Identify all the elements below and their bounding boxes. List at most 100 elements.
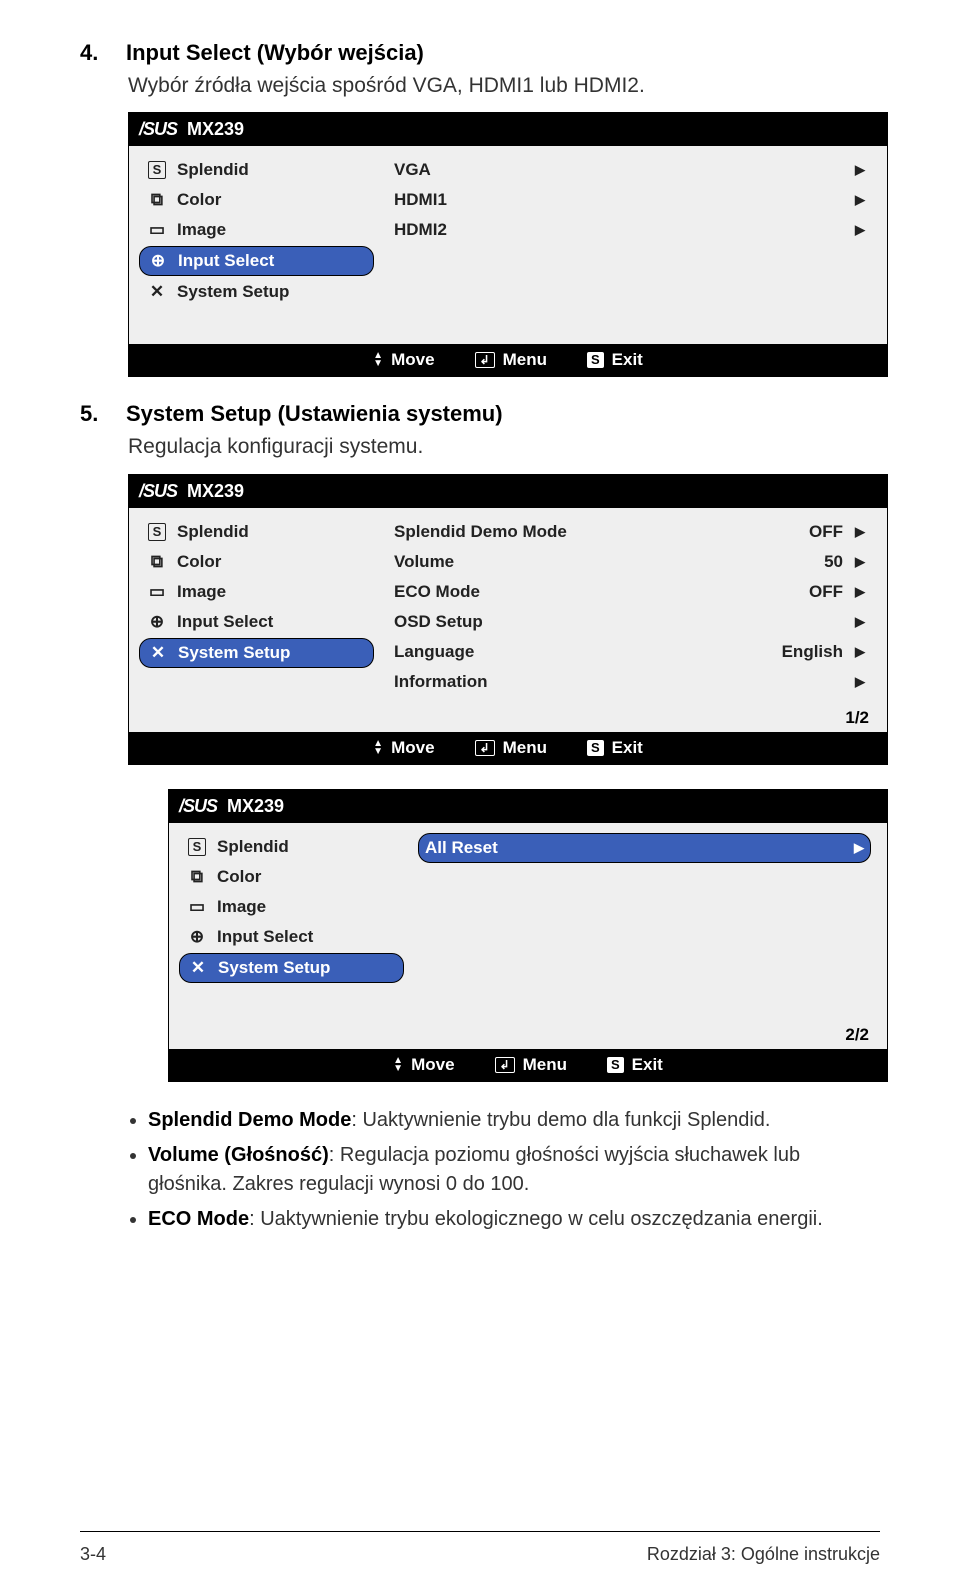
- footer-rule: [80, 1531, 880, 1532]
- osd-footer: ▲▼Move ↲Menu SExit: [169, 1049, 887, 1081]
- image-icon: ▭: [147, 583, 167, 601]
- input-icon: ⊕: [187, 928, 207, 946]
- sidebar-item-system-setup[interactable]: ✕System Setup: [139, 278, 374, 306]
- sidebar-item-color[interactable]: ⧉Color: [139, 548, 374, 576]
- sidebar-item-image[interactable]: ▭Image: [179, 893, 404, 921]
- row-volume[interactable]: Volume50▶: [388, 548, 871, 576]
- bullet-splendid-demo: Splendid Demo Mode: Uaktywnienie trybu d…: [148, 1106, 880, 1135]
- row-hdmi2[interactable]: HDMI2▶: [388, 216, 871, 244]
- osd-content: All Reset▶: [414, 823, 887, 1023]
- color-icon: ⧉: [147, 191, 167, 209]
- osd-input-select: /SUS MX239 SSplendid ⧉Color ▭Image ⊕Inpu…: [128, 112, 888, 377]
- footer-exit: SExit: [607, 1055, 663, 1075]
- sidebar-item-system-setup[interactable]: ✕System Setup: [179, 953, 404, 983]
- section-5-heading: 5. System Setup (Ustawienia systemu): [80, 401, 880, 433]
- s-icon: S: [147, 161, 167, 179]
- s-icon: S: [147, 523, 167, 541]
- chevron-right-icon: ▶: [855, 192, 865, 208]
- bullet-eco: ECO Mode: Uaktywnienie trybu ekologiczne…: [148, 1205, 880, 1234]
- color-icon: ⧉: [147, 553, 167, 571]
- section-4-desc: Wybór źródła wejścia spośród VGA, HDMI1 …: [128, 72, 880, 100]
- osd-sidebar: SSplendid ⧉Color ▭Image ⊕Input Select ✕S…: [129, 146, 384, 344]
- page-indicator: 1/2: [129, 706, 887, 732]
- osd-footer: ▲▼Move ↲Menu SExit: [129, 732, 887, 764]
- asus-logo: /SUS: [179, 796, 217, 817]
- asus-logo: /SUS: [139, 481, 177, 502]
- section-4-title: Input Select (Wybór wejścia): [126, 40, 424, 66]
- chevron-right-icon: ▶: [855, 644, 865, 660]
- row-osd-setup[interactable]: OSD Setup▶: [388, 608, 871, 636]
- input-icon: ⊕: [148, 252, 168, 270]
- sidebar-item-input-select[interactable]: ⊕Input Select: [139, 608, 374, 636]
- row-all-reset[interactable]: All Reset▶: [418, 833, 871, 863]
- color-icon: ⧉: [187, 868, 207, 886]
- updown-icon: ▲▼: [373, 740, 383, 756]
- osd-header: /SUS MX239: [129, 113, 887, 146]
- updown-icon: ▲▼: [373, 352, 383, 368]
- osd-header: /SUS MX239: [169, 790, 887, 823]
- row-eco[interactable]: ECO ModeOFF▶: [388, 578, 871, 606]
- bullet-volume: Volume (Głośność): Regulacja poziomu gło…: [148, 1141, 880, 1199]
- chevron-right-icon: ▶: [855, 554, 865, 570]
- row-language[interactable]: LanguageEnglish▶: [388, 638, 871, 666]
- image-icon: ▭: [187, 898, 207, 916]
- footer-exit: SExit: [587, 350, 643, 370]
- footer-menu: ↲Menu: [495, 1055, 567, 1075]
- page-footer: 3-4 Rozdział 3: Ogólne instrukcje: [80, 1544, 880, 1565]
- row-splendid-demo[interactable]: Splendid Demo ModeOFF▶: [388, 518, 871, 546]
- section-4-heading: 4. Input Select (Wybór wejścia): [80, 40, 880, 72]
- osd-header: /SUS MX239: [129, 475, 887, 508]
- row-hdmi1[interactable]: HDMI1▶: [388, 186, 871, 214]
- osd-footer: ▲▼Move ↲Menu SExit: [129, 344, 887, 376]
- sidebar-item-input-select[interactable]: ⊕Input Select: [179, 923, 404, 951]
- page-number: 3-4: [80, 1544, 106, 1565]
- sidebar-item-splendid[interactable]: SSplendid: [179, 833, 404, 861]
- osd-sidebar: SSplendid ⧉Color ▭Image ⊕Input Select ✕S…: [169, 823, 414, 1023]
- menu-icon: ↲: [475, 740, 495, 756]
- sidebar-item-color[interactable]: ⧉Color: [139, 186, 374, 214]
- chapter-label: Rozdział 3: Ogólne instrukcje: [647, 1544, 880, 1565]
- footer-menu: ↲Menu: [475, 350, 547, 370]
- sidebar-item-image[interactable]: ▭Image: [139, 216, 374, 244]
- image-icon: ▭: [147, 221, 167, 239]
- row-vga[interactable]: VGA▶: [388, 156, 871, 184]
- setup-icon: ✕: [148, 644, 168, 662]
- s-icon: S: [587, 740, 604, 756]
- sidebar-item-splendid[interactable]: SSplendid: [139, 156, 374, 184]
- setup-icon: ✕: [147, 283, 167, 301]
- row-information[interactable]: Information▶: [388, 668, 871, 696]
- s-icon: S: [587, 352, 604, 368]
- section-5-desc: Regulacja konfiguracji systemu.: [128, 433, 880, 461]
- osd-content: VGA▶ HDMI1▶ HDMI2▶: [384, 146, 887, 344]
- footer-move: ▲▼Move: [373, 350, 434, 370]
- footer-move: ▲▼Move: [393, 1055, 454, 1075]
- osd-sidebar: SSplendid ⧉Color ▭Image ⊕Input Select ✕S…: [129, 508, 384, 706]
- footer-menu: ↲Menu: [475, 738, 547, 758]
- sidebar-item-system-setup[interactable]: ✕System Setup: [139, 638, 374, 668]
- chevron-right-icon: ▶: [855, 222, 865, 238]
- chevron-right-icon: ▶: [855, 674, 865, 690]
- bullet-list: Splendid Demo Mode: Uaktywnienie trybu d…: [148, 1106, 880, 1234]
- section-5-title: System Setup (Ustawienia systemu): [126, 401, 503, 427]
- footer-move: ▲▼Move: [373, 738, 434, 758]
- s-icon: S: [187, 838, 207, 856]
- osd-model: MX239: [187, 119, 244, 140]
- input-icon: ⊕: [147, 613, 167, 631]
- chevron-right-icon: ▶: [855, 584, 865, 600]
- menu-icon: ↲: [475, 352, 495, 368]
- sidebar-item-splendid[interactable]: SSplendid: [139, 518, 374, 546]
- osd-content: Splendid Demo ModeOFF▶ Volume50▶ ECO Mod…: [384, 508, 887, 706]
- osd-model: MX239: [227, 796, 284, 817]
- footer-exit: SExit: [587, 738, 643, 758]
- updown-icon: ▲▼: [393, 1057, 403, 1073]
- sidebar-item-image[interactable]: ▭Image: [139, 578, 374, 606]
- s-icon: S: [607, 1057, 624, 1073]
- chevron-right-icon: ▶: [855, 614, 865, 630]
- sidebar-item-input-select[interactable]: ⊕Input Select: [139, 246, 374, 276]
- osd-system-setup-2: /SUS MX239 SSplendid ⧉Color ▭Image ⊕Inpu…: [168, 789, 888, 1082]
- sidebar-item-color[interactable]: ⧉Color: [179, 863, 404, 891]
- asus-logo: /SUS: [139, 119, 177, 140]
- setup-icon: ✕: [188, 959, 208, 977]
- chevron-right-icon: ▶: [855, 524, 865, 540]
- chevron-right-icon: ▶: [855, 162, 865, 178]
